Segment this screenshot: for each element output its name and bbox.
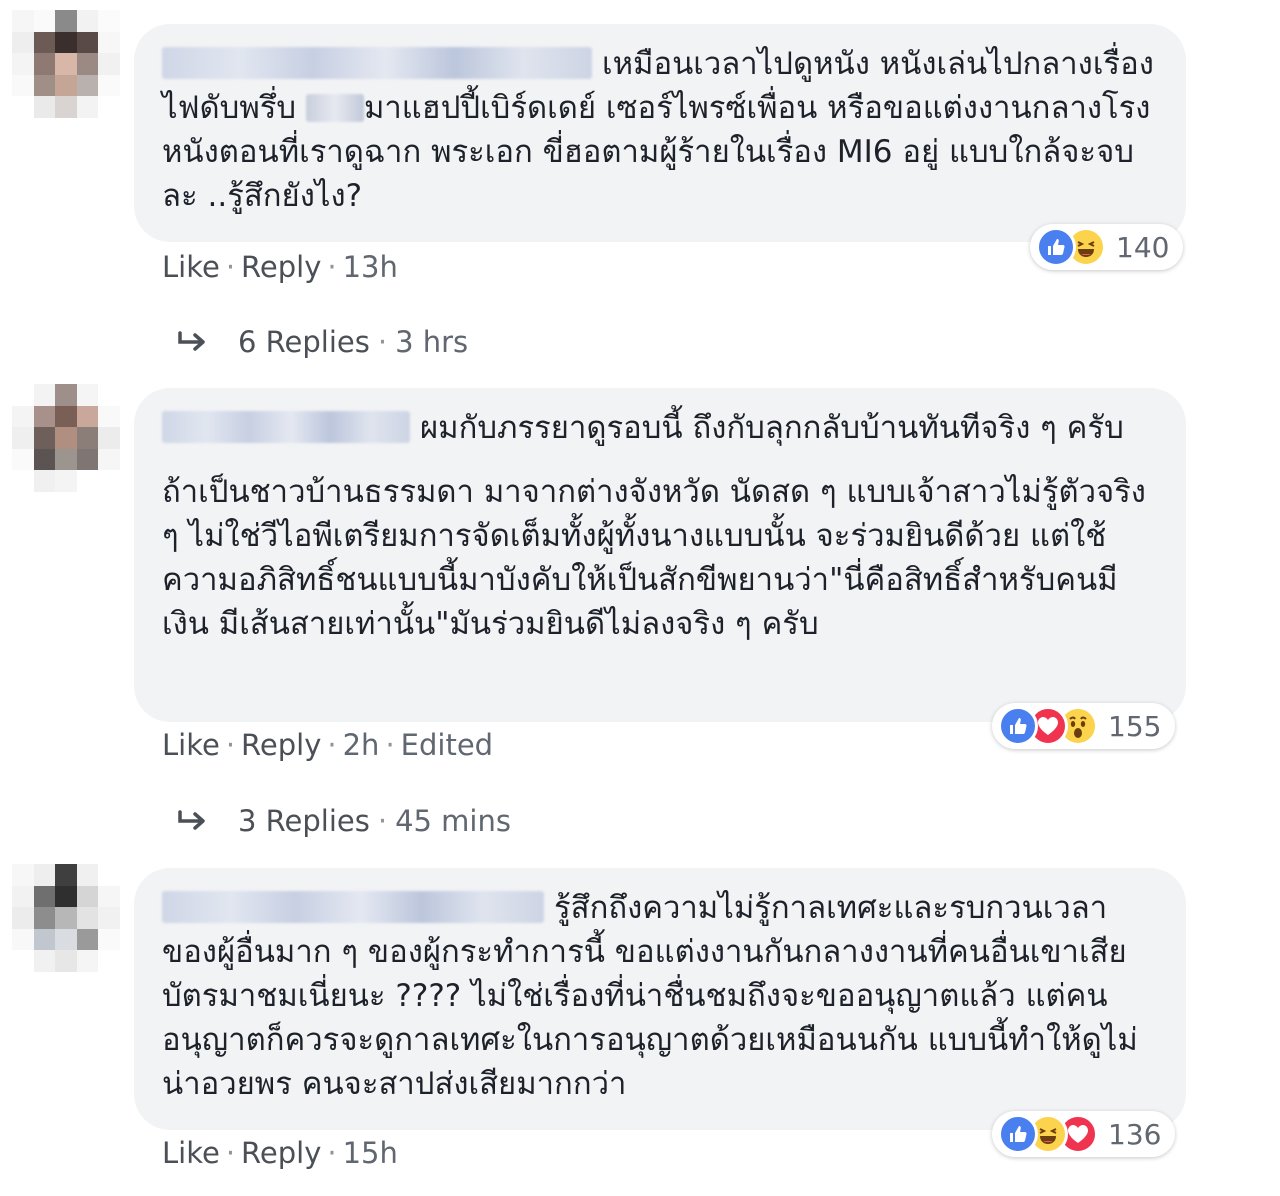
- reactions-summary[interactable]: 140: [1030, 224, 1184, 270]
- avatar[interactable]: [12, 864, 120, 972]
- separator: ·: [385, 728, 395, 762]
- reactions-summary[interactable]: 136: [992, 1111, 1176, 1157]
- comment-bubble: รู้สึกถึงความไม่รู้กาลเทศะและรบกวนเวลาขอ…: [134, 868, 1186, 1130]
- replies-time: 3 hrs: [395, 325, 469, 359]
- avatar[interactable]: [12, 10, 120, 118]
- comment-timestamp[interactable]: 15h: [343, 1136, 398, 1170]
- comment-text: ผมกับภรรยาดูรอบนี้ ถึงกับลุกกลับบ้านทันท…: [162, 406, 1158, 646]
- comment-text: รู้สึกถึงความไม่รู้กาลเทศะและรบกวนเวลาขอ…: [162, 886, 1158, 1106]
- comment-text: เหมือนเวลาไปดูหนัง หนังเล่นไปกลางเรื่อง …: [162, 42, 1158, 218]
- reply-link[interactable]: Reply: [241, 1136, 321, 1170]
- separator: ·: [327, 1136, 337, 1170]
- comment-actions: Like · Reply · 2h · Edited: [162, 728, 493, 762]
- comment-bubble: ผมกับภรรยาดูรอบนี้ ถึงกับลุกกลับบ้านทันท…: [134, 388, 1186, 722]
- view-replies-link[interactable]: 6 Replies · 3 hrs: [176, 325, 468, 359]
- reaction-count: 155: [1108, 709, 1162, 743]
- reply-link[interactable]: Reply: [241, 250, 321, 284]
- like-link[interactable]: Like: [162, 1136, 220, 1170]
- separator: ·: [377, 325, 388, 359]
- separator: ·: [377, 804, 388, 838]
- comment-paragraph: ถ้าเป็นชาวบ้านธรรมดา มาจากต่างจังหวัด นั…: [162, 474, 1146, 642]
- separator: ·: [327, 728, 337, 762]
- separator: ·: [225, 728, 236, 762]
- replies-count[interactable]: 3 Replies: [238, 804, 370, 838]
- reaction-count: 140: [1116, 230, 1170, 264]
- commenter-name-blurred[interactable]: [162, 891, 544, 923]
- comment-bubble: เหมือนเวลาไปดูหนัง หนังเล่นไปกลางเรื่อง …: [134, 24, 1186, 242]
- like-icon: [1036, 227, 1076, 267]
- like-icon: [998, 706, 1038, 746]
- replies-time: 45 mins: [395, 804, 511, 838]
- comment-timestamp[interactable]: 2h: [343, 728, 380, 762]
- separator: ·: [225, 1136, 236, 1170]
- blurred-mention: [305, 94, 364, 122]
- reactions-summary[interactable]: 155: [992, 703, 1176, 749]
- commenter-name-blurred[interactable]: [162, 411, 410, 443]
- like-link[interactable]: Like: [162, 250, 220, 284]
- avatar[interactable]: [12, 384, 120, 492]
- separator: ·: [327, 250, 337, 284]
- view-replies-link[interactable]: 3 Replies · 45 mins: [176, 804, 511, 838]
- comment-paragraph: ผมกับภรรยาดูรอบนี้ ถึงกับลุกกลับบ้านทันท…: [420, 410, 1124, 446]
- edited-label[interactable]: Edited: [401, 728, 493, 762]
- comment-actions: Like · Reply · 15h: [162, 1136, 398, 1170]
- reply-link[interactable]: Reply: [241, 728, 321, 762]
- like-link[interactable]: Like: [162, 728, 220, 762]
- commenter-name-blurred[interactable]: [162, 47, 592, 79]
- comment-timestamp[interactable]: 13h: [343, 250, 398, 284]
- separator: ·: [225, 250, 236, 284]
- like-icon: [998, 1114, 1038, 1154]
- comment-actions: Like · Reply · 13h: [162, 250, 398, 284]
- reply-arrow-icon: [178, 331, 205, 351]
- reply-arrow-icon: [178, 810, 205, 830]
- reaction-count: 136: [1108, 1117, 1162, 1151]
- replies-count[interactable]: 6 Replies: [238, 325, 370, 359]
